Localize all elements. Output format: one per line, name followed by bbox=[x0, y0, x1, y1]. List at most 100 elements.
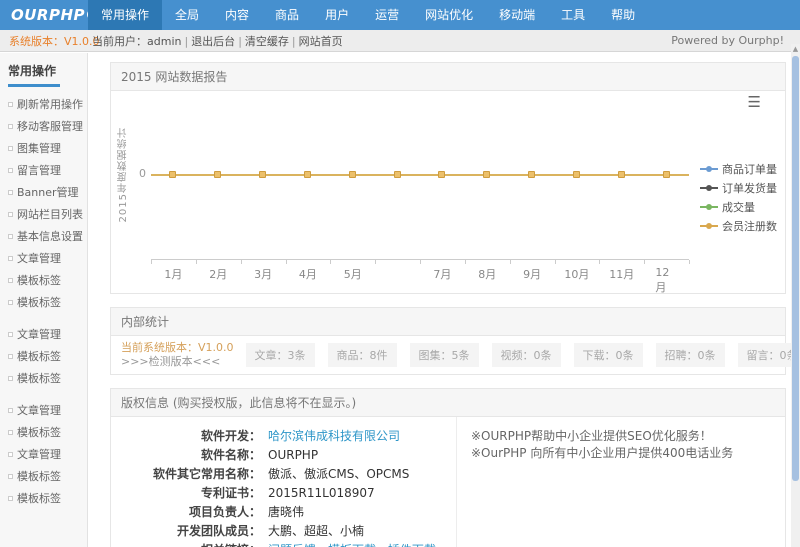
bullet-icon bbox=[8, 124, 13, 129]
sidebar-item-label: 模板标签 bbox=[17, 490, 61, 506]
legend-marker-icon bbox=[700, 168, 718, 170]
nav-item-3[interactable]: 内容 bbox=[212, 0, 262, 30]
month-label: 1月 bbox=[164, 266, 182, 282]
user-link[interactable]: 网站首页 bbox=[299, 35, 343, 48]
legend-item[interactable]: 成交量 bbox=[700, 199, 777, 215]
user-link[interactable]: 清空缓存 bbox=[245, 35, 289, 48]
nav-item-5[interactable]: 用户 bbox=[312, 0, 362, 30]
field-value: 傲派、傲派CMS、OPCMS bbox=[268, 465, 409, 484]
month-label: 4月 bbox=[299, 266, 317, 282]
copyright-row: 专利证书：2015R11L018907 bbox=[111, 484, 456, 503]
sidebar-item[interactable]: 文章管理 bbox=[8, 402, 83, 418]
nav-item-4[interactable]: 商品 bbox=[262, 0, 312, 30]
legend-item[interactable]: 商品订单量 bbox=[700, 161, 777, 177]
current-user-text: 当前用户：admin bbox=[92, 35, 181, 48]
stats-body: 当前系统版本：V1.0.0 >>>检测版本<<< 文章：3条商品：8件图集：5条… bbox=[111, 336, 785, 374]
stats-panel-title: 内部统计 bbox=[111, 308, 785, 336]
field-value: 大鹏、超超、小楠 bbox=[268, 522, 364, 541]
sidebar-item-label: 文章管理 bbox=[17, 446, 61, 462]
sidebar-item[interactable]: 模板标签 bbox=[8, 348, 83, 364]
sidebar-item[interactable]: 基本信息设置 bbox=[8, 228, 83, 244]
field-value[interactable]: 问题反馈 - 模板下载 - 插件下载 bbox=[268, 541, 436, 547]
field-value[interactable]: 哈尔滨伟成科技有限公司 bbox=[268, 427, 400, 446]
stat-badge: 招聘：0条 bbox=[656, 343, 725, 367]
sidebar-item-label: 文章管理 bbox=[17, 402, 61, 418]
sidebar-item[interactable]: 移动客服管理 bbox=[8, 118, 83, 134]
sidebar-item-label: Banner管理 bbox=[17, 184, 79, 200]
copyright-panel: 版权信息 (购买授权版，此信息将不在显示。) 软件开发：哈尔滨伟成科技有限公司软… bbox=[110, 388, 786, 547]
bullet-icon bbox=[8, 474, 13, 479]
sidebar-item[interactable]: 刷新常用操作 bbox=[8, 96, 83, 112]
chart-menu-icon[interactable]: ☰ bbox=[748, 93, 761, 111]
legend-label: 成交量 bbox=[722, 199, 755, 215]
x-axis-tick bbox=[644, 260, 645, 264]
bullet-icon bbox=[8, 354, 13, 359]
sidebar-item[interactable]: 留言管理 bbox=[8, 162, 83, 178]
field-value: 2015R11L018907 bbox=[268, 484, 375, 503]
field-label: 项目负责人： bbox=[111, 503, 261, 522]
month-label: 7月 bbox=[433, 266, 451, 282]
x-axis-tick bbox=[555, 260, 556, 264]
sidebar-item[interactable]: 网站栏目列表 bbox=[8, 206, 83, 222]
data-point-marker bbox=[573, 171, 580, 178]
separator: | bbox=[292, 35, 296, 48]
nav-item-1[interactable]: 常用操作 bbox=[88, 0, 162, 30]
scroll-thumb[interactable] bbox=[792, 56, 799, 481]
field-label: 开发团队成员： bbox=[111, 522, 261, 541]
promo-note: ※OurPHP 向所有中小企业用户提供400电话业务 bbox=[471, 445, 771, 462]
copyright-panel-title: 版权信息 (购买授权版，此信息将不在显示。) bbox=[111, 389, 785, 417]
nav-item-2[interactable]: 全局 bbox=[162, 0, 212, 30]
sidebar-item[interactable]: Banner管理 bbox=[8, 184, 83, 200]
sidebar-item[interactable]: 模板标签 bbox=[8, 424, 83, 440]
field-label: 相关链接： bbox=[111, 541, 261, 547]
x-axis-tick bbox=[420, 260, 421, 264]
field-value: OURPHP bbox=[268, 446, 318, 465]
sidebar-groups: 刷新常用操作移动客服管理图集管理留言管理 Banner管理网站栏目列表基本信息设置… bbox=[8, 96, 83, 506]
sidebar-group: 刷新常用操作移动客服管理图集管理留言管理 Banner管理网站栏目列表基本信息设置… bbox=[8, 96, 83, 310]
x-axis-tick bbox=[689, 260, 690, 264]
x-axis-tick bbox=[151, 260, 152, 264]
bullet-icon bbox=[8, 300, 13, 305]
bullet-icon bbox=[8, 452, 13, 457]
data-point-marker bbox=[304, 171, 311, 178]
legend-item[interactable]: 会员注册数 bbox=[700, 218, 777, 234]
sidebar-item[interactable]: 文章管理 bbox=[8, 446, 83, 462]
nav-item-9[interactable]: 工具 bbox=[548, 0, 598, 30]
sidebar-item[interactable]: 文章管理 bbox=[8, 250, 83, 266]
sidebar-item-label: 网站栏目列表 bbox=[17, 206, 83, 222]
data-point-marker bbox=[618, 171, 625, 178]
legend-label: 订单发货量 bbox=[722, 180, 777, 196]
check-version-link[interactable]: >>>检测版本<<< bbox=[121, 355, 234, 369]
sidebar-item-label: 模板标签 bbox=[17, 272, 61, 288]
bullet-icon bbox=[8, 430, 13, 435]
nav-item-10[interactable]: 帮助 bbox=[598, 0, 648, 30]
sidebar-item[interactable]: 图集管理 bbox=[8, 140, 83, 156]
bullet-icon bbox=[8, 256, 13, 261]
sidebar-item[interactable]: 模板标签 bbox=[8, 490, 83, 506]
bullet-icon bbox=[8, 496, 13, 501]
nav-item-7[interactable]: 网站优化 bbox=[412, 0, 486, 30]
sidebar-item-label: 文章管理 bbox=[17, 326, 61, 342]
sidebar-item[interactable]: 模板标签 bbox=[8, 370, 83, 386]
copyright-row: 软件开发：哈尔滨伟成科技有限公司 bbox=[111, 427, 456, 446]
sidebar-item[interactable]: 模板标签 bbox=[8, 294, 83, 310]
bullet-icon bbox=[8, 332, 13, 337]
x-axis-tick bbox=[465, 260, 466, 264]
data-point-marker bbox=[394, 171, 401, 178]
promo-note: ※OURPHP帮助中小企业提供SEO优化服务！ bbox=[471, 428, 771, 445]
nav-item-6[interactable]: 运营 bbox=[362, 0, 412, 30]
scroll-up-icon[interactable]: ▲ bbox=[791, 44, 800, 54]
user-link[interactable]: 退出后台 bbox=[191, 35, 235, 48]
stat-badges: 文章：3条商品：8件图集：5条视频：0条下载：0条招聘：0条留言：0条会员：1条 bbox=[246, 343, 800, 367]
nav-item-8[interactable]: 移动端 bbox=[486, 0, 548, 30]
sidebar-item[interactable]: 模板标签 bbox=[8, 272, 83, 288]
sidebar-item[interactable]: 模板标签 bbox=[8, 468, 83, 484]
stat-badge: 下载：0条 bbox=[574, 343, 643, 367]
powered-by: Powered by Ourphp! bbox=[671, 34, 800, 47]
legend-item[interactable]: 订单发货量 bbox=[700, 180, 777, 196]
scrollbar-track[interactable]: ▲ bbox=[791, 44, 800, 547]
sidebar-item[interactable]: 文章管理 bbox=[8, 326, 83, 342]
sidebar: 常用操作 刷新常用操作移动客服管理图集管理留言管理Banner管理网站栏目列表基… bbox=[0, 53, 88, 547]
stat-badge: 文章：3条 bbox=[246, 343, 315, 367]
stat-badge: 视频：0条 bbox=[492, 343, 561, 367]
